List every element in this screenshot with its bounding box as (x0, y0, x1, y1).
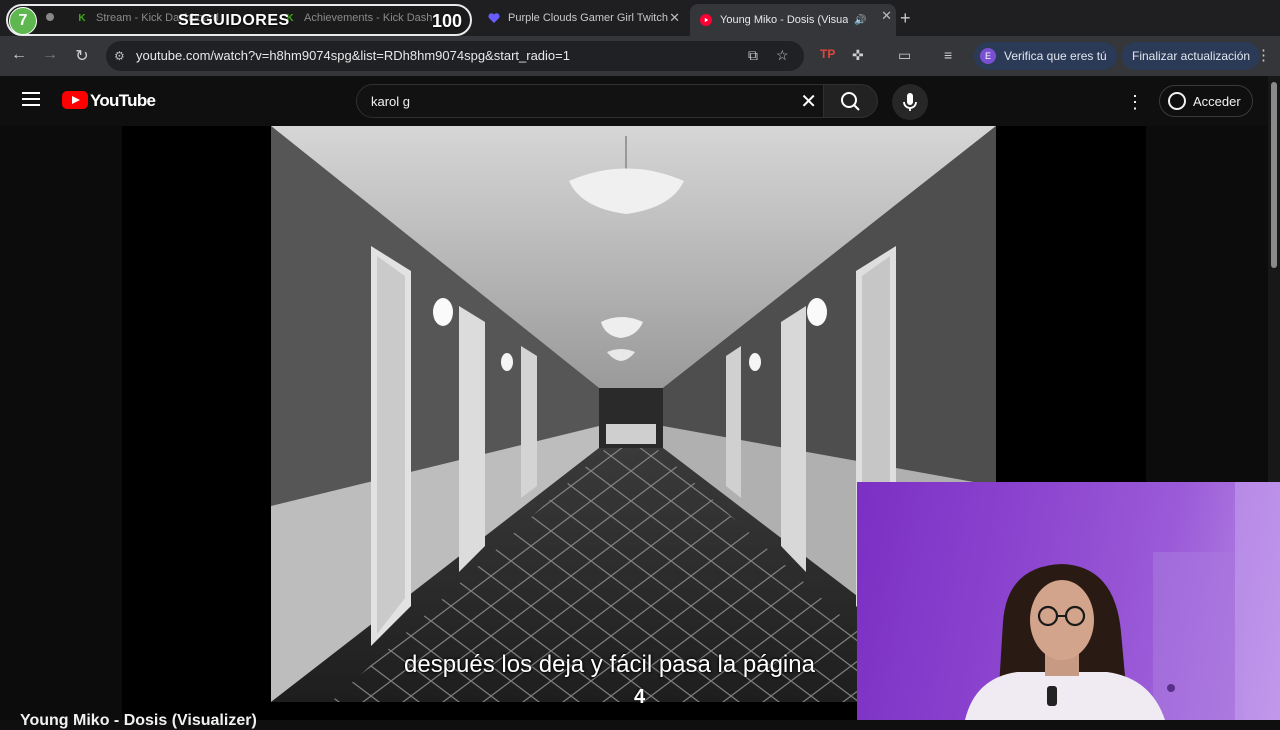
account-icon (1168, 92, 1186, 110)
finish-update-button[interactable]: Finalizar actualización (1122, 42, 1261, 70)
close-tab-icon[interactable]: ✕ (669, 10, 680, 26)
youtube-logo-icon[interactable] (62, 91, 88, 109)
followers-count: 100 (431, 11, 462, 31)
search-input[interactable]: karol g ✕ (356, 84, 824, 118)
search-button[interactable] (824, 84, 878, 118)
followers-label: SEGUIDORES (178, 12, 290, 29)
window-dot-icon (46, 13, 54, 21)
youtube-header: YouTube karol g ✕ ⋮ Acceder (0, 76, 1280, 126)
browser-menu-icon[interactable]: ⋮ (1256, 46, 1271, 64)
back-button[interactable]: ← (9, 46, 29, 64)
url-text: youtube.com/watch?v=h8hm9074spg&list=RDh… (136, 48, 570, 63)
youtube-icon (700, 14, 712, 26)
speaker-icon[interactable]: 🔊 (854, 15, 866, 26)
sign-in-label: Acceder (1193, 93, 1241, 109)
browser-toolbar: ← → ↻ ⚙ youtube.com/watch?v=h8hm9074spg&… (0, 36, 1280, 76)
sign-in-button[interactable]: Acceder (1159, 85, 1253, 117)
caption-counter: 4 (634, 686, 646, 708)
search-icon (841, 92, 860, 111)
new-tab-button[interactable]: + (900, 8, 911, 29)
voice-search-button[interactable] (892, 84, 928, 120)
profile-avatar: E (980, 48, 996, 64)
search-value: karol g (371, 94, 411, 109)
reload-button[interactable]: ↻ (72, 46, 92, 66)
hamburger-menu-icon[interactable] (22, 92, 40, 106)
tab-title: Young Miko - Dosis (Visualizer) (720, 14, 848, 26)
clear-search-icon[interactable]: ✕ (800, 89, 817, 114)
video-title: Young Miko - Dosis (Visualizer) (20, 712, 257, 729)
forward-button[interactable]: → (40, 46, 60, 64)
extension-red-icon[interactable]: TP (820, 47, 835, 61)
profile-verify-label: Verifica que eres tú (1004, 49, 1107, 63)
bookmark-star-icon[interactable]: ☆ (776, 47, 789, 64)
close-tab-icon[interactable]: ✕ (881, 8, 892, 24)
video-caption: después los deja y fácil pasa la página (404, 651, 815, 678)
microphone-icon (903, 93, 917, 111)
more-options-icon[interactable]: ⋮ (1126, 92, 1144, 113)
youtube-wordmark[interactable]: YouTube (90, 91, 156, 111)
finish-update-label: Finalizar actualización (1132, 49, 1251, 63)
scrollbar-thumb[interactable] (1271, 82, 1277, 268)
address-bar[interactable]: ⚙ youtube.com/watch?v=h8hm9074spg&list=R… (106, 41, 804, 71)
install-app-icon[interactable]: ⧉ (748, 47, 758, 64)
site-settings-icon[interactable]: ⚙ (114, 49, 125, 63)
profile-verify-chip[interactable]: E Verifica que eres tú (974, 42, 1117, 70)
side-panel-icon[interactable]: ▭ (898, 47, 911, 64)
tab-title: Purple Clouds Gamer Girl Twitch (508, 12, 668, 24)
extensions-puzzle-icon[interactable]: ✜ (852, 47, 864, 64)
tab-purple-clouds[interactable]: Purple Clouds Gamer Girl Twitch ✕ (488, 6, 684, 30)
followers-overlay: 7 SEGUIDORES 100 (6, 4, 472, 36)
heart-icon (488, 12, 500, 24)
webcam-overlay (857, 482, 1280, 720)
level-badge: 7 (9, 7, 37, 35)
ambient-backdrop-left (0, 126, 122, 720)
reading-list-icon[interactable]: ≡ (944, 47, 952, 63)
streamer-webcam-image (965, 482, 1280, 720)
browser-tab-strip: K Stream - Kick Dashboard K Achievements… (0, 0, 1280, 36)
tab-young-miko[interactable]: Young Miko - Dosis (Visualizer) 🔊 ✕ (690, 4, 896, 36)
